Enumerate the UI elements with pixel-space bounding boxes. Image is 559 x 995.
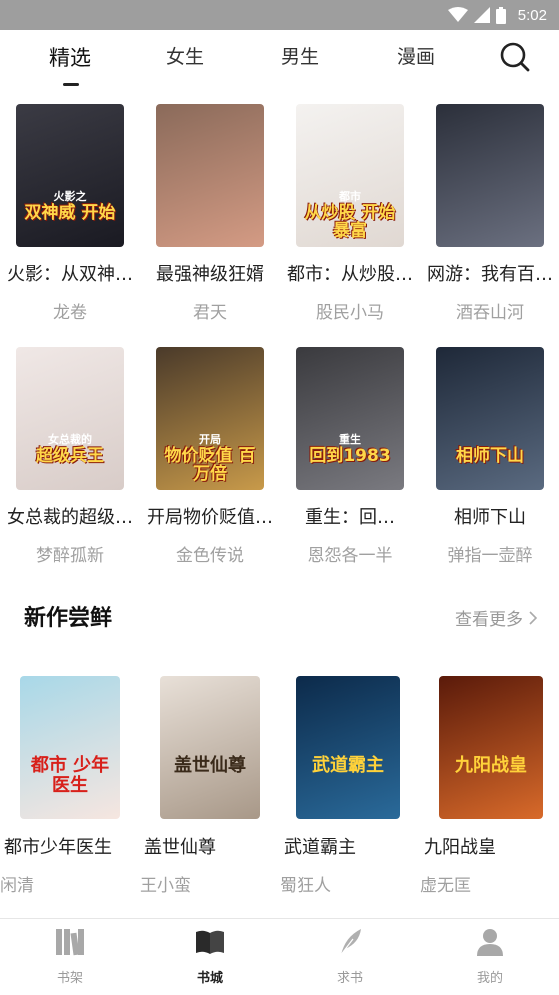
nav-label: 求书 <box>336 971 363 986</box>
cover-title: 九阳战皇 <box>455 755 527 776</box>
book-cover[interactable]: 都市 少年医生 <box>20 676 120 819</box>
active-tab-indicator <box>63 83 79 86</box>
bookshelf-icon <box>56 929 84 956</box>
book-cover[interactable]: 女总裁的 超级兵王 <box>16 347 124 490</box>
section-title: 新作尝鲜 <box>24 606 113 631</box>
book-cover[interactable]: 武道霸主 <box>296 676 400 819</box>
nav-label: 书架 <box>56 971 83 986</box>
see-more-label: 查看更多 <box>455 610 523 630</box>
book-title[interactable]: 武道霸主 <box>280 833 420 859</box>
book-card[interactable]: 女总裁的 超级兵王女总裁的超级… 梦醉孤新 <box>0 345 140 566</box>
nav-book-store[interactable]: 书城 <box>140 919 280 995</box>
book-cover[interactable]: 火影之 双神威 开始 <box>16 104 124 247</box>
book-author: 股民小马 <box>316 303 384 323</box>
book-author: 蜀狂人 <box>280 876 331 896</box>
book-author: 闲清 <box>0 876 34 896</box>
book-card[interactable]: 都市 从炒股 开始暴富都市：从炒股… 股民小马 <box>280 102 420 323</box>
bottom-nav: 书架 书城 求书 我的 <box>0 918 559 995</box>
book-card[interactable]: 开局 物价贬值 百万倍开局物价贬值… 金色传说 <box>140 345 280 566</box>
book-author: 君天 <box>193 303 227 323</box>
tab-featured[interactable]: 精选 <box>25 42 115 72</box>
nav-label: 书城 <box>196 971 223 986</box>
book-author: 酒吞山河 <box>456 303 524 323</box>
status-bar: 5:02 <box>0 0 559 30</box>
book-author: 梦醉孤新 <box>36 546 104 566</box>
wifi-icon <box>447 7 468 22</box>
book-author: 恩怨各一半 <box>307 546 393 566</box>
book-title: 火影：从双神… <box>7 264 133 285</box>
status-icons: 5:02 <box>447 5 547 25</box>
book-title: 开局物价贬值… <box>147 507 273 528</box>
battery-icon <box>495 6 506 24</box>
book-author: 弹指一壶醉 <box>447 546 533 566</box>
tab-male[interactable]: 男生 <box>255 42 345 69</box>
cover-title: 武道霸主 <box>312 755 384 776</box>
cover-title: 超级兵王 <box>36 446 104 466</box>
book-title[interactable]: 盖世仙尊 <box>140 833 280 859</box>
nav-bookshelf[interactable]: 书架 <box>0 919 140 995</box>
book-title[interactable]: 九阳战皇 <box>420 833 559 859</box>
top-nav: 精选 女生 男生 漫画 <box>0 30 559 102</box>
book-cover[interactable] <box>156 104 264 247</box>
tab-comics[interactable]: 漫画 <box>371 42 461 69</box>
book-title: 最强神级狂婿 <box>156 264 264 285</box>
book-card[interactable]: 网游：我有百… 酒吞山河 <box>420 102 559 323</box>
cover-title: 回到1983 <box>309 446 391 466</box>
feather-icon <box>339 929 361 957</box>
book-card[interactable]: 最强神级狂婿 君天 <box>140 102 280 323</box>
cover-title: 双神威 开始 <box>24 203 116 223</box>
cover-title: 相师下山 <box>456 446 524 466</box>
cover-subtitle: 火影之 <box>53 190 87 203</box>
book-cover[interactable]: 盖世仙尊 <box>160 676 260 819</box>
user-icon <box>477 929 503 956</box>
book-author: 王小蛮 <box>140 876 191 896</box>
book-cover[interactable]: 相师下山 <box>436 347 544 490</box>
book-cover[interactable]: 都市 从炒股 开始暴富 <box>296 104 404 247</box>
tab-female[interactable]: 女生 <box>140 42 230 69</box>
cover-title: 都市 少年医生 <box>30 755 110 796</box>
cover-title: 盖世仙尊 <box>174 755 246 776</box>
nav-profile[interactable]: 我的 <box>420 919 559 995</box>
book-title: 相师下山 <box>454 507 526 528</box>
book-title: 网游：我有百… <box>427 264 553 285</box>
signal-icon <box>473 7 490 23</box>
book-cover[interactable]: 重生 回到1983 <box>296 347 404 490</box>
book-store-icon <box>196 930 224 954</box>
book-title: 都市：从炒股… <box>287 264 413 285</box>
book-cover[interactable] <box>436 104 544 247</box>
book-cover[interactable]: 九阳战皇 <box>439 676 543 819</box>
cover-subtitle: 重生 <box>339 433 361 446</box>
chevron-right-icon <box>529 610 537 625</box>
cover-title: 从炒股 开始暴富 <box>304 203 396 241</box>
book-card[interactable]: 重生 回到1983 重生：回… 恩怨各一半 <box>280 345 420 566</box>
book-author: 虚无匡 <box>420 876 471 896</box>
book-author: 龙卷 <box>53 303 87 323</box>
cover-subtitle: 女总裁的 <box>48 433 92 446</box>
status-time: 5:02 <box>517 6 547 24</box>
book-title[interactable]: 都市少年医生 <box>0 833 140 859</box>
book-card[interactable]: 相师下山 相师下山 弹指一壶醉 <box>420 345 559 566</box>
book-card[interactable]: 火影之 双神威 开始 火影：从双神… 龙卷 <box>0 102 140 323</box>
cover-title: 物价贬值 百万倍 <box>164 446 256 484</box>
book-title: 女总裁的超级… <box>7 507 133 528</box>
book-title: 重生：回… <box>305 507 395 528</box>
nav-request-book[interactable]: 求书 <box>280 919 420 995</box>
book-cover[interactable]: 开局 物价贬值 百万倍 <box>156 347 264 490</box>
cover-subtitle: 都市 <box>339 190 361 203</box>
search-icon[interactable] <box>498 40 532 74</box>
see-more-link[interactable]: 查看更多 <box>455 605 537 630</box>
cover-subtitle: 开局 <box>199 433 221 446</box>
nav-label: 我的 <box>476 971 503 986</box>
book-author: 金色传说 <box>176 546 244 566</box>
